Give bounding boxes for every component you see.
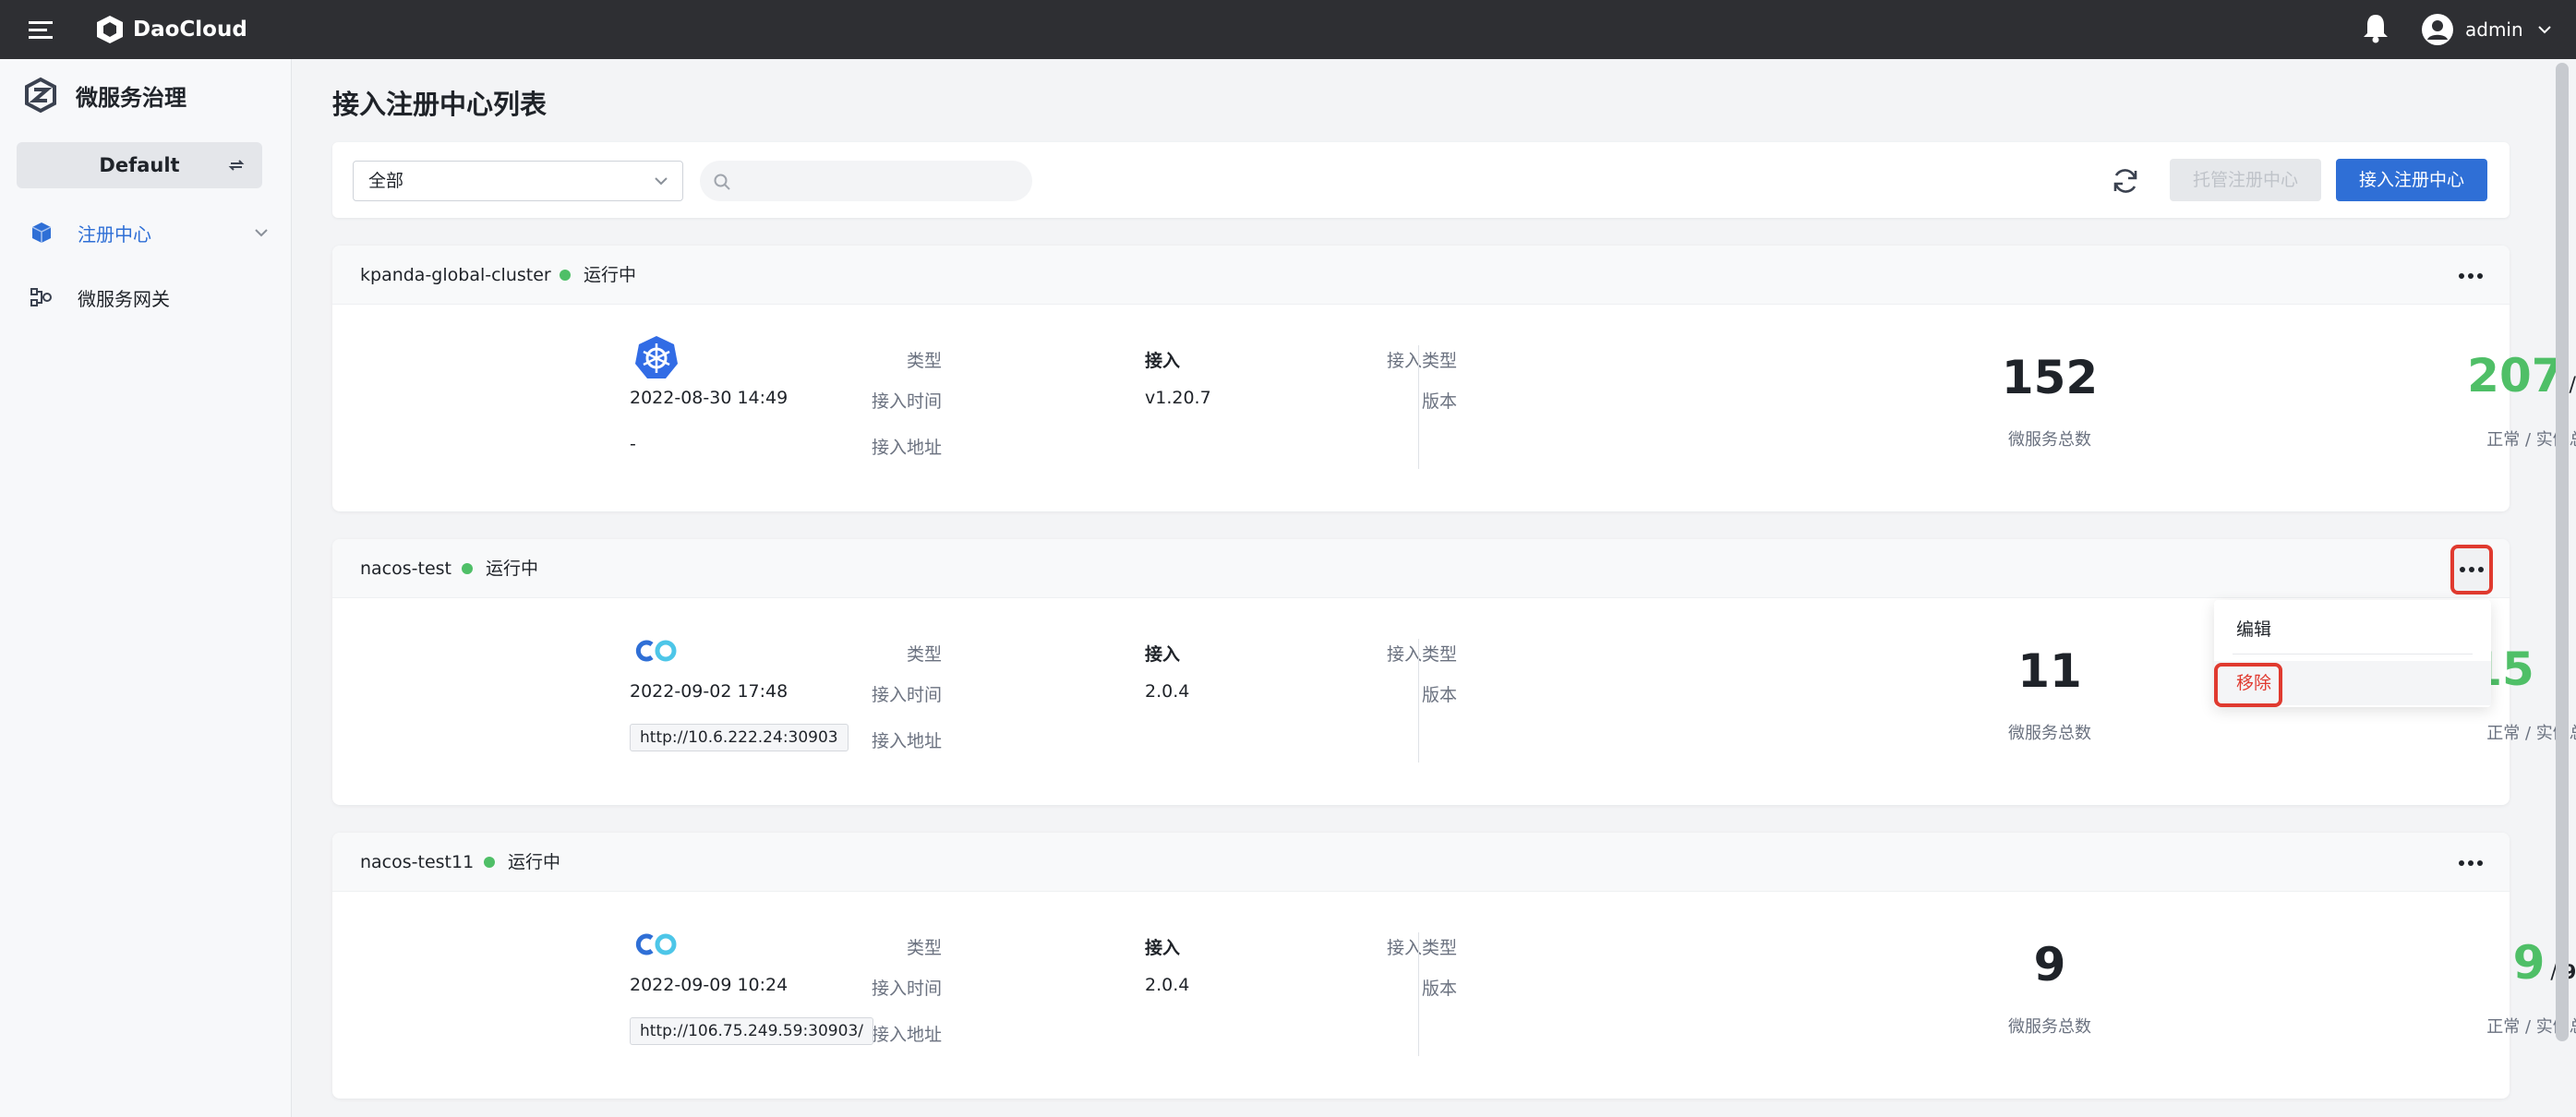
chevron-down-icon xyxy=(2537,26,2551,34)
instances-label: 正常 / 实例总数 xyxy=(2486,430,2576,450)
sidebar-header: 微服务治理 xyxy=(22,74,187,116)
search-icon xyxy=(714,174,730,190)
more-icon[interactable] xyxy=(2452,262,2489,290)
connect-type-value: 接入 xyxy=(1145,644,1181,665)
refresh-icon[interactable] xyxy=(2107,162,2144,199)
more-icon[interactable] xyxy=(2452,849,2489,877)
services-count: 11 xyxy=(2017,644,2082,698)
instances-label: 正常 / 实例总数 xyxy=(2486,1017,2576,1037)
registry-name[interactable]: kpanda-global-cluster xyxy=(360,246,551,305)
avatar-icon xyxy=(2422,14,2453,45)
connect-time-value: 2022-09-09 10:24 xyxy=(630,975,788,995)
connect-addr-label: 接入地址 xyxy=(871,438,942,458)
gateway-icon xyxy=(30,288,52,306)
sidebar-item-gateway[interactable]: 微服务网关 xyxy=(0,271,292,323)
more-icon xyxy=(2460,567,2484,572)
status-badge: 运行中 xyxy=(484,833,560,892)
version-value: 2.0.4 xyxy=(1145,975,1190,995)
card-header: nacos-test11 运行中 xyxy=(332,833,2510,892)
connect-addr-tag: http://106.75.249.59:30903/ xyxy=(630,1017,873,1045)
services-label: 微服务总数 xyxy=(2008,1017,2091,1037)
sidebar: 微服务治理 Default 注册中心 微服务网关 xyxy=(0,59,292,1117)
page-title: 接入注册中心列表 xyxy=(332,89,548,120)
microservice-logo-icon xyxy=(25,77,56,114)
chevron-down-icon xyxy=(655,177,668,186)
workspace-selector[interactable]: Default xyxy=(17,142,262,188)
kubernetes-icon xyxy=(635,336,678,378)
user-name: admin xyxy=(2465,18,2523,41)
services-count: 9 xyxy=(2033,938,2066,991)
connect-type-value: 接入 xyxy=(1145,938,1181,958)
brand[interactable]: DaoCloud xyxy=(94,11,247,48)
status-text: 运行中 xyxy=(508,852,561,872)
sidebar-item-label: 微服务网关 xyxy=(78,287,170,310)
type-label: 类型 xyxy=(906,351,942,371)
connect-time-value: 2022-08-30 14:49 xyxy=(630,388,788,408)
status-text: 运行中 xyxy=(584,265,637,285)
switch-icon[interactable] xyxy=(227,156,246,174)
connect-addr-tag: http://10.6.222.24:30903 xyxy=(630,724,849,751)
top-bar: DaoCloud admin xyxy=(0,0,2576,59)
bell-icon[interactable] xyxy=(2360,11,2391,44)
filter-select[interactable]: 全部 xyxy=(353,161,683,201)
status-dot xyxy=(560,270,571,281)
divider xyxy=(1418,639,1419,763)
status-dot xyxy=(462,563,473,574)
instances-label: 正常 / 实例总数 xyxy=(2486,724,2576,743)
workspace-label: Default xyxy=(99,154,180,176)
sidebar-item-registry[interactable]: 注册中心 xyxy=(0,207,292,258)
user-menu[interactable]: admin xyxy=(2421,9,2553,50)
healthy-count: 9 xyxy=(2512,936,2546,990)
instances-ratio: 207/223 xyxy=(2360,349,2576,402)
sidebar-title: 微服务治理 xyxy=(76,84,187,111)
dropdown-edit[interactable]: 编辑 xyxy=(2214,607,2491,652)
status-text: 运行中 xyxy=(486,558,539,579)
ratio-slash: / xyxy=(2569,374,2576,397)
cube-icon xyxy=(31,222,52,243)
search-box[interactable] xyxy=(700,161,1032,201)
scrollbar[interactable] xyxy=(2556,63,2569,1041)
more-button-highlighted[interactable] xyxy=(2450,545,2493,595)
status-dot xyxy=(484,857,495,868)
daocloud-logo-icon xyxy=(97,16,123,43)
divider xyxy=(1418,932,1419,1056)
registry-name[interactable]: nacos-test11 xyxy=(360,833,474,892)
instances-ratio: 9/9 xyxy=(2360,936,2576,990)
brand-name: DaoCloud xyxy=(133,18,247,42)
card-header: kpanda-global-cluster 运行中 xyxy=(332,246,2510,305)
connect-registry-button[interactable]: 接入注册中心 xyxy=(2336,159,2487,201)
services-label: 微服务总数 xyxy=(2008,724,2091,743)
managed-registry-button[interactable]: 托管注册中心 xyxy=(2170,159,2321,201)
nacos-icon xyxy=(635,933,677,955)
connect-time-value: 2022-09-02 17:48 xyxy=(630,681,788,702)
divider xyxy=(1418,345,1419,469)
registry-name[interactable]: nacos-test xyxy=(360,539,451,598)
chevron-down-icon xyxy=(255,229,268,237)
healthy-count: 207 xyxy=(2467,349,2564,402)
sidebar-item-label: 注册中心 xyxy=(78,222,151,246)
version-value: v1.20.7 xyxy=(1145,388,1211,408)
card-header: nacos-test 运行中 xyxy=(332,539,2510,598)
services-label: 微服务总数 xyxy=(2008,430,2091,450)
registry-card: nacos-test 运行中 类型 接入时间 2022-09-02 17:48 … xyxy=(332,539,2576,805)
registry-card: kpanda-global-cluster 运行中 类型 接入时间 2022-0… xyxy=(332,246,2576,511)
remove-highlight-box xyxy=(2214,663,2282,707)
services-count: 152 xyxy=(2001,351,2099,404)
status-badge: 运行中 xyxy=(462,539,538,598)
filter-value: 全部 xyxy=(368,171,404,191)
search-input[interactable] xyxy=(740,161,1017,201)
registry-card: nacos-test11 运行中 类型 接入时间 2022-09-09 10:2… xyxy=(332,833,2576,1099)
version-value: 2.0.4 xyxy=(1145,681,1190,702)
connect-addr-value: - xyxy=(630,434,636,454)
type-label: 类型 xyxy=(906,644,942,665)
menu-icon[interactable] xyxy=(26,15,55,44)
nacos-icon xyxy=(635,640,677,662)
connect-type-value: 接入 xyxy=(1145,351,1181,371)
type-label: 类型 xyxy=(906,938,942,958)
dropdown-divider xyxy=(2233,654,2473,655)
toolbar: 全部 托管注册中心 接入注册中心 xyxy=(332,142,2510,218)
status-badge: 运行中 xyxy=(560,246,636,305)
